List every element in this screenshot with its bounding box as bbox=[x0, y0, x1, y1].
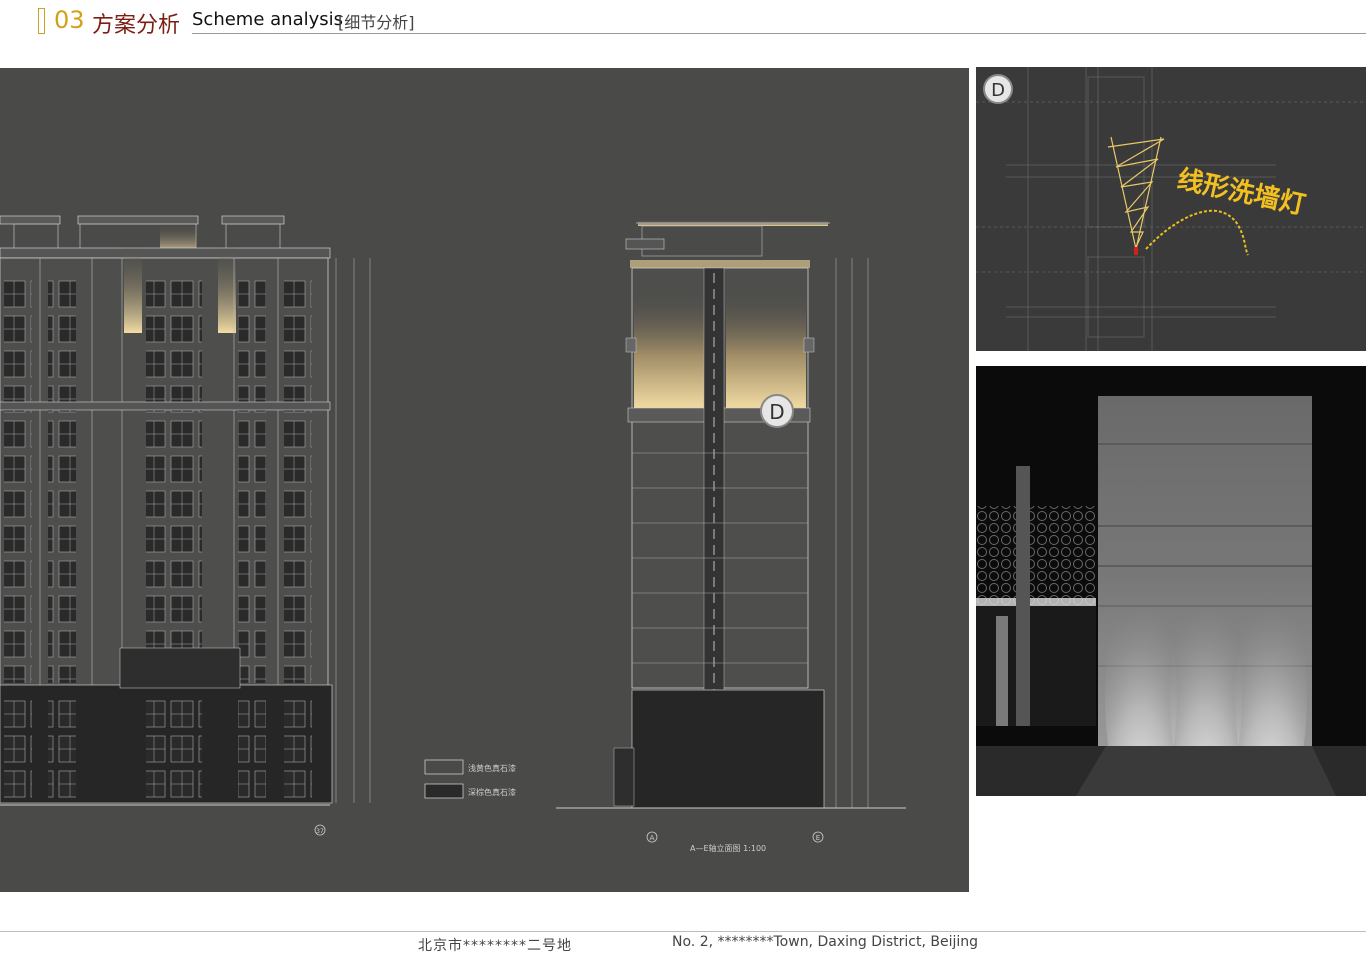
header-accent-bar bbox=[38, 8, 45, 34]
wall-wash-right bbox=[726, 288, 806, 409]
linear-wall-washer-label: 线形洗墙灯 bbox=[1175, 165, 1308, 221]
footer-location-en: No. 2, ********Town, Daxing District, Be… bbox=[672, 934, 979, 950]
grid-label-37: 37 bbox=[316, 828, 324, 835]
wall-wash-reference-photo bbox=[976, 366, 1366, 796]
legend-label-dark: 深棕色真石漆 bbox=[468, 787, 516, 797]
legend-label-light: 浅黄色真石漆 bbox=[468, 763, 516, 773]
elevation-drawing: 37 浅黄色真石漆 深棕色真石漆 A E A—E轴立面图 1:100 D bbox=[0, 215, 906, 853]
detail-marker-d-label: D bbox=[769, 400, 784, 424]
lighting-detail-panel: 线形洗墙灯 D bbox=[976, 67, 1366, 351]
material-legend: 浅黄色真石漆 深棕色真石漆 bbox=[424, 759, 516, 799]
luminaire-marker bbox=[1134, 247, 1138, 255]
wall-wash-left bbox=[634, 288, 704, 409]
section-title-en: Scheme analysis bbox=[192, 9, 344, 30]
callout-arrow bbox=[1145, 209, 1249, 256]
header-divider bbox=[192, 33, 1366, 34]
legend-swatch-dark bbox=[424, 783, 464, 799]
detail-marker-d-label: D bbox=[991, 80, 1005, 101]
page-header: 03 方案分析 Scheme analysis [细节分析] bbox=[0, 0, 1366, 40]
elevation-drawing-panel: 37 浅黄色真石漆 深棕色真石漆 A E A—E轴立面图 1:100 D bbox=[0, 68, 969, 892]
front-elevation-building: 37 bbox=[0, 215, 371, 836]
drawing-scale-caption: A—E轴立面图 1:100 bbox=[690, 843, 766, 853]
section-number: 03 bbox=[54, 6, 85, 34]
light-beam-sketch bbox=[1107, 136, 1165, 250]
footer-location-cn: 北京市********二号地 bbox=[418, 938, 572, 954]
grid-label-a: A bbox=[650, 834, 655, 842]
legend-swatch-light bbox=[424, 759, 464, 775]
grid-label-e: E bbox=[816, 834, 820, 842]
section-title-cn: 方案分析 bbox=[92, 13, 181, 38]
lighting-detail-drawing: 线形洗墙灯 D bbox=[976, 67, 1366, 351]
footer-divider bbox=[0, 931, 1366, 932]
reference-photo-image bbox=[976, 366, 1366, 796]
side-elevation-building: A E A—E轴立面图 1:100 D bbox=[556, 220, 906, 853]
section-subtitle: [细节分析] bbox=[338, 13, 415, 32]
